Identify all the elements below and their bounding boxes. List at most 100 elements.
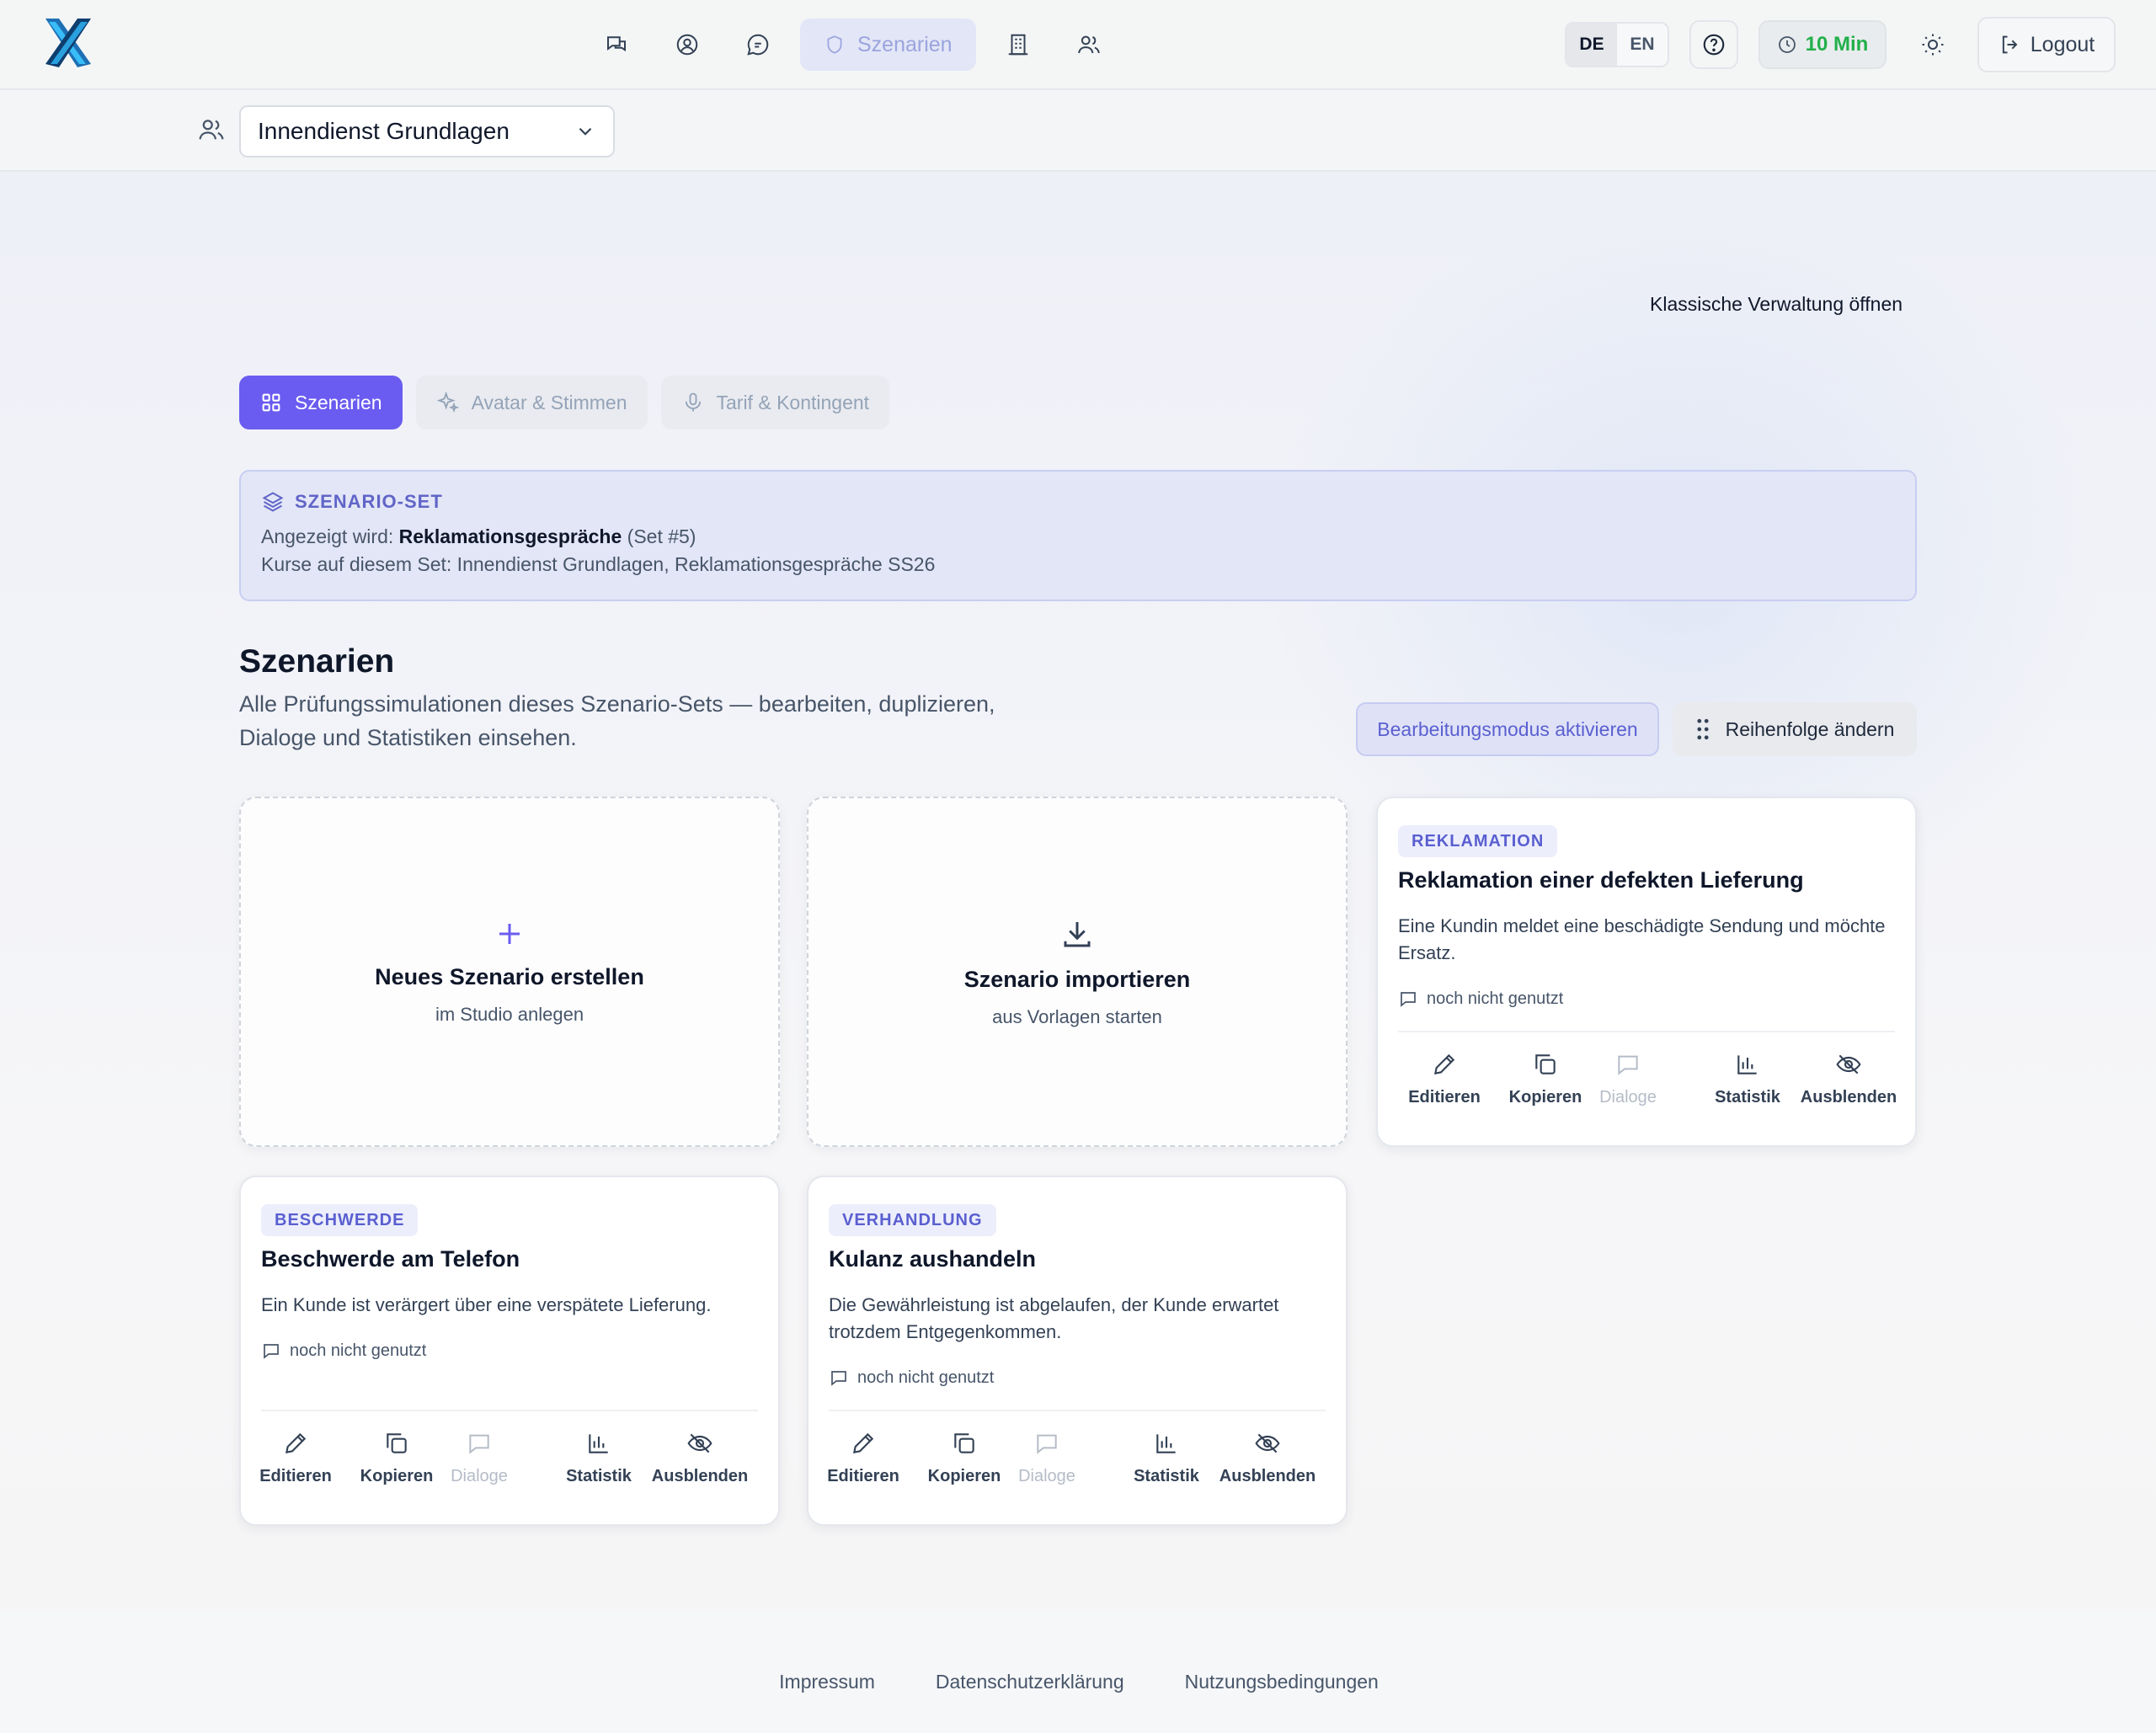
users-icon bbox=[197, 115, 226, 148]
scenario-set-shown: Angezeigt wird: Reklamationsgespräche (S… bbox=[261, 525, 1895, 548]
hide-button[interactable]: Ausblenden bbox=[1801, 1051, 1897, 1107]
hide-button[interactable]: Ausblenden bbox=[651, 1430, 749, 1486]
help-button[interactable] bbox=[1689, 20, 1738, 69]
new-scenario-card[interactable]: Neues Szenario erstellen im Studio anleg… bbox=[239, 797, 780, 1147]
pencil-icon bbox=[1433, 1053, 1455, 1075]
hide-button[interactable]: Ausblenden bbox=[1219, 1430, 1315, 1486]
nav-profile-icon[interactable] bbox=[652, 19, 723, 71]
tab-avatar-voices[interactable]: Avatar & Stimmen bbox=[415, 376, 648, 429]
copy-button[interactable]: Kopieren bbox=[350, 1430, 443, 1486]
lang-de-button[interactable]: DE bbox=[1566, 24, 1617, 66]
course-select[interactable]: Innendienst Grundlagen bbox=[239, 105, 615, 157]
card-divider bbox=[261, 1410, 758, 1411]
statistics-button[interactable]: Statistik bbox=[1120, 1430, 1213, 1486]
scenario-description: Die Gewährleistung ist abgelaufen, der K… bbox=[829, 1294, 1279, 1342]
help-icon bbox=[1703, 34, 1725, 56]
scenario-card[interactable]: VERHANDLUNG Kulanz aushandeln Die Gewähr… bbox=[807, 1176, 1348, 1526]
category-badge: REKLAMATION bbox=[1398, 825, 1558, 857]
dialogs-button[interactable]: Dialoge bbox=[1001, 1430, 1093, 1486]
hide-label: Ausblenden bbox=[651, 1467, 749, 1485]
dialogs-button[interactable]: Dialoge bbox=[433, 1430, 526, 1486]
nav-users-icon[interactable] bbox=[1054, 19, 1124, 71]
sparkles-icon bbox=[436, 391, 459, 413]
usage-status: noch nicht genutzt bbox=[261, 1341, 426, 1361]
edit-button[interactable]: Editieren bbox=[249, 1430, 342, 1486]
scenario-title: Kulanz aushandeln bbox=[829, 1246, 1037, 1272]
usage-label: noch nicht genutzt bbox=[290, 1341, 427, 1360]
dialogs-button[interactable]: Dialoge bbox=[1582, 1051, 1674, 1107]
bar-chart-icon bbox=[589, 1434, 608, 1453]
scenario-card[interactable]: BESCHWERDE Beschwerde am Telefon Ein Kun… bbox=[239, 1176, 780, 1526]
comment-icon bbox=[469, 1434, 489, 1454]
tab-plan-quota[interactable]: Tarif & Kontingent bbox=[660, 376, 890, 429]
usage-label: noch nicht genutzt bbox=[857, 1368, 995, 1387]
microphone-icon bbox=[685, 392, 701, 412]
app-logo[interactable] bbox=[39, 15, 98, 71]
copy-icon bbox=[1535, 1054, 1556, 1074]
reorder-button[interactable]: Reihenfolge ändern bbox=[1673, 702, 1917, 756]
scenario-set-info: SZENARIO-SET Angezeigt wird: Reklamation… bbox=[239, 470, 1917, 601]
comment-icon bbox=[264, 1344, 279, 1359]
copy-label: Kopieren bbox=[927, 1467, 1001, 1485]
logout-button[interactable]: Logout bbox=[1977, 17, 2116, 72]
layers-icon bbox=[262, 492, 284, 512]
comment-icon bbox=[831, 1371, 846, 1386]
scenario-set-heading-label: SZENARIO-SET bbox=[295, 491, 443, 512]
shown-suffix: (Set #5) bbox=[622, 525, 696, 547]
clock-icon bbox=[1778, 36, 1796, 53]
logout-label: Logout bbox=[2030, 32, 2095, 56]
tab-scenarios[interactable]: Szenarien bbox=[239, 376, 403, 429]
statistics-button[interactable]: Statistik bbox=[552, 1430, 645, 1486]
top-bar: Szenarien DE EN 10 Min Logout bbox=[0, 0, 2156, 90]
theme-toggle[interactable] bbox=[1910, 22, 1956, 67]
copy-icon bbox=[387, 1433, 407, 1453]
pencil-icon bbox=[852, 1432, 874, 1454]
eye-off-icon bbox=[1836, 1054, 1861, 1074]
footer-privacy-link[interactable]: Datenschutzerklärung bbox=[936, 1671, 1124, 1693]
dialogs-label: Dialoge bbox=[1018, 1467, 1075, 1485]
edit-button[interactable]: Editieren bbox=[817, 1430, 910, 1486]
pencil-icon bbox=[285, 1432, 307, 1454]
nav-scenarios[interactable]: Szenarien bbox=[800, 19, 976, 71]
copy-button[interactable]: Kopieren bbox=[918, 1430, 1011, 1486]
nav-building-icon[interactable] bbox=[983, 19, 1054, 71]
new-scenario-subtitle: im Studio anlegen bbox=[435, 1003, 584, 1025]
import-scenario-card[interactable]: Szenario importieren aus Vorlagen starte… bbox=[807, 797, 1348, 1147]
statistics-button[interactable]: Statistik bbox=[1701, 1051, 1794, 1107]
card-actions: Editieren Kopieren Dialoge Statistik Aus… bbox=[808, 1430, 1346, 1506]
scenario-set-courses: Kurse auf diesem Set: Innendienst Grundl… bbox=[261, 553, 936, 575]
session-timer[interactable]: 10 Min bbox=[1758, 20, 1886, 69]
footer-imprint-link[interactable]: Impressum bbox=[779, 1671, 875, 1693]
category-badge: VERHANDLUNG bbox=[829, 1204, 996, 1236]
scenario-title: Reklamation einer defekten Lieferung bbox=[1398, 867, 1804, 893]
scenario-description: Eine Kundin meldet eine beschädigte Send… bbox=[1398, 915, 1886, 963]
shown-set-name: Reklamationsgespräche bbox=[398, 525, 622, 547]
copy-icon bbox=[954, 1433, 974, 1453]
nav-dialog-icon[interactable] bbox=[723, 19, 793, 71]
dialogs-label: Dialoge bbox=[451, 1467, 508, 1485]
page-title: Szenarien bbox=[239, 643, 395, 680]
course-select-value: Innendienst Grundlagen bbox=[258, 118, 510, 144]
grid-icon bbox=[262, 393, 280, 412]
page-description: Alle Prüfungssimulationen dieses Szenari… bbox=[239, 691, 995, 750]
main-tabs: Szenarien Avatar & Stimmen Tarif & Konti… bbox=[239, 376, 890, 429]
nav-chat-icon[interactable] bbox=[581, 19, 652, 71]
card-actions: Editieren Kopieren Dialoge Statistik Aus… bbox=[241, 1430, 778, 1506]
lang-en-button[interactable]: EN bbox=[1617, 24, 1668, 66]
copy-button[interactable]: Kopieren bbox=[1499, 1051, 1592, 1107]
edit-label: Editieren bbox=[827, 1467, 899, 1485]
footer: Impressum Datenschutzerklärung Nutzungsb… bbox=[0, 1671, 2156, 1693]
reorder-label: Reihenfolge ändern bbox=[1725, 717, 1895, 740]
edit-mode-button[interactable]: Bearbeitungsmodus aktivieren bbox=[1356, 702, 1659, 756]
eye-off-icon bbox=[1255, 1433, 1280, 1453]
comment-icon bbox=[1037, 1434, 1057, 1454]
tab-plan-quota-label: Tarif & Kontingent bbox=[716, 391, 870, 413]
scenario-card[interactable]: REKLAMATION Reklamation einer defekten L… bbox=[1376, 797, 1917, 1147]
tab-scenarios-label: Szenarien bbox=[295, 391, 382, 413]
card-divider bbox=[1398, 1031, 1895, 1032]
classic-admin-link[interactable]: Klassische Verwaltung öffnen bbox=[1650, 293, 1903, 316]
category-badge: BESCHWERDE bbox=[261, 1204, 419, 1236]
statistics-label: Statistik bbox=[1134, 1467, 1199, 1485]
edit-button[interactable]: Editieren bbox=[1398, 1051, 1491, 1107]
footer-terms-link[interactable]: Nutzungsbedingungen bbox=[1185, 1671, 1379, 1693]
